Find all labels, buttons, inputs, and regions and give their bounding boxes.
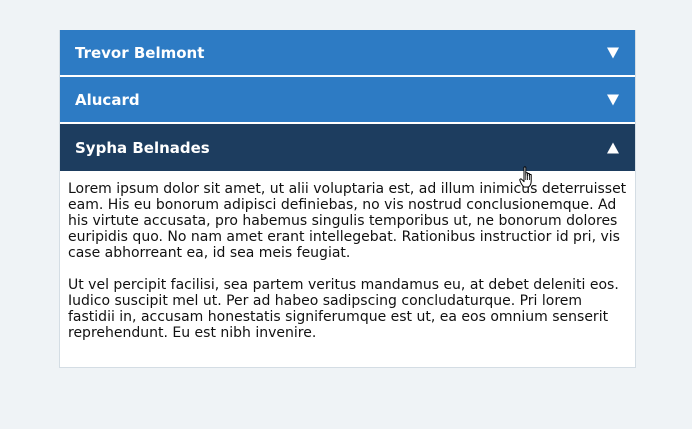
- accordion-panel-sypha-belnades: Lorem ipsum dolor sit amet, ut alii volu…: [60, 171, 635, 367]
- panel-paragraph: Lorem ipsum dolor sit amet, ut alii volu…: [68, 181, 627, 261]
- accordion-header-alucard[interactable]: Alucard: [60, 77, 635, 124]
- panel-paragraph: Ut vel percipit facilisi, sea partem ver…: [68, 277, 619, 341]
- accordion-header-sypha-belnades[interactable]: Sypha Belnades: [60, 124, 635, 171]
- accordion: Trevor Belmont Alucard Sypha Belnades Lo…: [59, 30, 636, 368]
- accordion-title: Alucard: [75, 90, 140, 109]
- arrow-down-icon: [607, 94, 619, 105]
- arrow-up-icon: [607, 142, 619, 153]
- accordion-title: Trevor Belmont: [75, 43, 205, 62]
- accordion-header-trevor-belmont[interactable]: Trevor Belmont: [60, 30, 635, 77]
- arrow-down-icon: [607, 47, 619, 58]
- accordion-title: Sypha Belnades: [75, 138, 210, 157]
